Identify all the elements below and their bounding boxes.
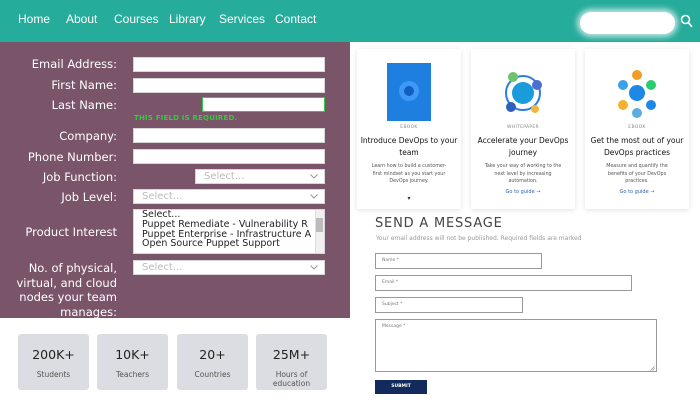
- stats-section: 200K+ Students 10K+ Teachers 20+ Countri…: [0, 318, 350, 400]
- product-interest-label: Product Interest: [25, 225, 117, 239]
- scrollbar-thumb[interactable]: [316, 218, 323, 232]
- product-interest-multiselect[interactable]: Select... Puppet Remediate - Vulnerabili…: [133, 209, 325, 254]
- card-title: Accelerate your DevOps journey: [477, 136, 569, 157]
- email-label: Email Address:: [31, 57, 117, 71]
- nodes-label: No. of physical, virtual, and cloud node…: [16, 261, 117, 319]
- nav-services[interactable]: Services: [219, 12, 265, 26]
- nav-courses[interactable]: Courses: [114, 12, 159, 26]
- job-level-select[interactable]: Select...: [133, 189, 325, 204]
- nav-contact[interactable]: Contact: [275, 12, 316, 26]
- card-link[interactable]: Go to guide →: [585, 189, 689, 195]
- stat-card: 10K+ Teachers: [97, 334, 168, 390]
- nav-library[interactable]: Library: [169, 12, 206, 26]
- search-input[interactable]: [580, 12, 675, 34]
- stat-value: 200K+: [32, 347, 75, 362]
- stat-label: Hours of education: [272, 370, 311, 388]
- chevron-down-icon: [310, 265, 318, 270]
- chevron-down-icon: [310, 194, 318, 199]
- stat-label: Students: [36, 370, 71, 379]
- company-field[interactable]: [133, 128, 325, 143]
- subject-field[interactable]: Subject *: [375, 297, 523, 313]
- card-description: Learn how to build a customer-first mind…: [371, 164, 447, 184]
- card-tag: WHITEPAPER: [507, 125, 539, 130]
- message-textarea[interactable]: Message *: [375, 319, 657, 372]
- card-description: Measure and quantify the benefits of you…: [606, 164, 668, 184]
- nodes-select[interactable]: Select...: [133, 260, 325, 275]
- stat-card: 25M+ Hours of education: [256, 334, 327, 390]
- name-field[interactable]: Name *: [375, 253, 542, 269]
- stat-card: 200K+ Students: [18, 334, 89, 390]
- nav-home[interactable]: Home: [18, 12, 50, 26]
- scrollbar[interactable]: [315, 210, 324, 253]
- stat-label: Countries: [194, 370, 231, 379]
- company-label: Company:: [59, 129, 117, 143]
- card-description: Take your way of working to the next lev…: [484, 164, 562, 184]
- resource-card[interactable]: EBOOK Introduce DevOps to your team Lear…: [357, 49, 461, 209]
- last-name-error: THIS FIELD IS REQUIRED.: [134, 114, 238, 122]
- last-name-field[interactable]: [202, 97, 325, 112]
- first-name-field[interactable]: [133, 78, 325, 93]
- message-title: SEND A MESSAGE: [375, 216, 503, 231]
- ebook-cover-icon: [387, 63, 431, 121]
- chevron-down-icon: [310, 174, 318, 179]
- stat-label: Teachers: [116, 370, 149, 379]
- stat-value: 10K+: [115, 347, 150, 362]
- resource-card[interactable]: EBOOK Get the most out of your DevOps pr…: [585, 49, 689, 209]
- lead-form: Email Address: First Name: Last Name: TH…: [0, 42, 350, 319]
- phone-field[interactable]: [133, 149, 325, 164]
- page: Home About Courses Library Services Cont…: [0, 0, 700, 400]
- job-function-label: Job Function:: [42, 170, 117, 184]
- card-title: Introduce DevOps to your team: [360, 136, 458, 157]
- devops-practices-icon: [618, 70, 656, 118]
- job-function-select[interactable]: Select...: [195, 169, 325, 184]
- first-name-label: First Name:: [51, 78, 117, 92]
- resize-handle-icon[interactable]: [650, 366, 655, 371]
- email-field[interactable]: [133, 57, 325, 72]
- submit-button[interactable]: SUBMIT: [375, 380, 427, 394]
- search-icon[interactable]: [680, 14, 693, 28]
- card-tag: EBOOK: [400, 125, 418, 130]
- stat-value: 20+: [199, 347, 226, 362]
- resource-card[interactable]: WHITEPAPER Accelerate your DevOps journe…: [471, 49, 575, 209]
- card-title: Get the most out of your DevOps practice…: [590, 136, 684, 157]
- message-email-field[interactable]: Email *: [375, 275, 632, 291]
- message-subtitle: Your email address will not be published…: [376, 235, 582, 242]
- stat-card: 20+ Countries: [177, 334, 248, 390]
- stat-value: 25M+: [272, 347, 311, 362]
- card-tag: EBOOK: [628, 125, 646, 130]
- card-link[interactable]: Go to guide →: [471, 189, 575, 195]
- job-function-value: Select...: [204, 171, 245, 182]
- nav-about[interactable]: About: [66, 12, 97, 26]
- job-level-label: Job Level:: [61, 190, 117, 204]
- top-navbar: Home About Courses Library Services Cont…: [0, 0, 700, 42]
- chevron-down-icon: ▾: [407, 195, 411, 202]
- phone-label: Phone Number:: [27, 150, 117, 164]
- devops-journey-icon: [505, 72, 542, 113]
- nodes-value: Select...: [142, 262, 183, 273]
- last-name-label: Last Name:: [51, 98, 117, 112]
- job-level-value: Select...: [142, 191, 183, 202]
- multiselect-option[interactable]: Open Source Puppet Support: [134, 239, 324, 249]
